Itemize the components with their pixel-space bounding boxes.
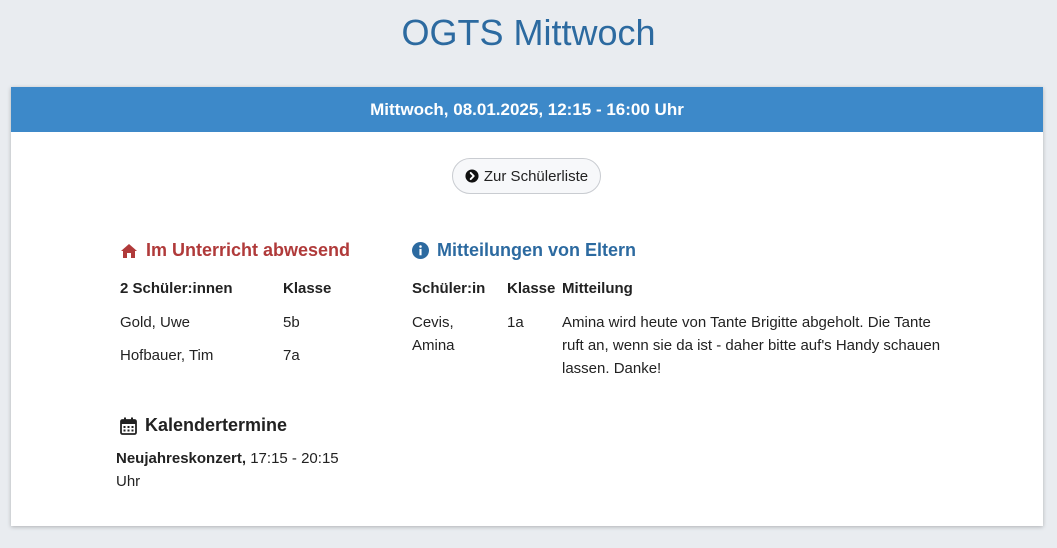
absent-table: 2 Schüler:innen Klasse Gold, Uwe 5b Hofb…	[120, 280, 331, 377]
messages-col-student: Schüler:in	[412, 280, 486, 297]
table-row: Hofbauer, Tim 7a	[120, 344, 331, 377]
calendar-title-text: Kalendertermine	[145, 415, 288, 435]
absent-name: Hofbauer, Tim	[120, 347, 214, 364]
table-row: Cevis, Amina 1a Amina wird heute von Tan…	[412, 311, 952, 390]
absent-class: 7a	[283, 347, 300, 364]
table-row: Gold, Uwe 5b	[120, 311, 331, 344]
messages-col-class: Klasse	[507, 280, 556, 297]
messages-table: Schüler:in Klasse Mitteilung Cevis, Amin…	[412, 280, 952, 390]
absent-col-class: Klasse	[283, 280, 332, 297]
absent-col-name: 2 Schüler:innen	[120, 280, 233, 297]
card-header: Mittwoch, 08.01.2025, 12:15 - 16:00 Uhr	[11, 87, 1043, 132]
day-card: Mittwoch, 08.01.2025, 12:15 - 16:00 Uhr …	[11, 87, 1043, 526]
absent-title-text: Im Unterricht abwesend	[146, 240, 351, 260]
absent-class: 5b	[283, 314, 300, 331]
absent-title: Im Unterricht abwesend	[120, 240, 350, 261]
calendar-title: Kalendertermine	[120, 415, 287, 436]
message-text: Amina wird heute von Tante Brigitte abge…	[562, 314, 941, 377]
message-student: Cevis, Amina	[412, 314, 455, 354]
messages-col-message: Mitteilung	[562, 280, 633, 297]
messages-title: Mitteilungen von Eltern	[412, 240, 636, 261]
message-class: 1a	[507, 314, 524, 331]
home-icon	[121, 243, 137, 258]
calendar-icon	[120, 417, 137, 435]
circle-arrow-right-icon	[465, 169, 479, 183]
messages-title-text: Mitteilungen von Eltern	[437, 240, 637, 260]
page-title: OGTS Mittwoch	[401, 12, 656, 53]
student-list-button-label: Zur Schülerliste	[483, 167, 589, 185]
info-circle-icon	[412, 242, 429, 259]
absent-name: Gold, Uwe	[120, 314, 191, 331]
student-list-button[interactable]: Zur Schülerliste	[452, 158, 601, 194]
calendar-event-name: Neujahreskonzert,	[116, 450, 247, 467]
calendar-event: Neujahreskonzert, 17:15 - 20:15 Uhr	[116, 447, 356, 493]
